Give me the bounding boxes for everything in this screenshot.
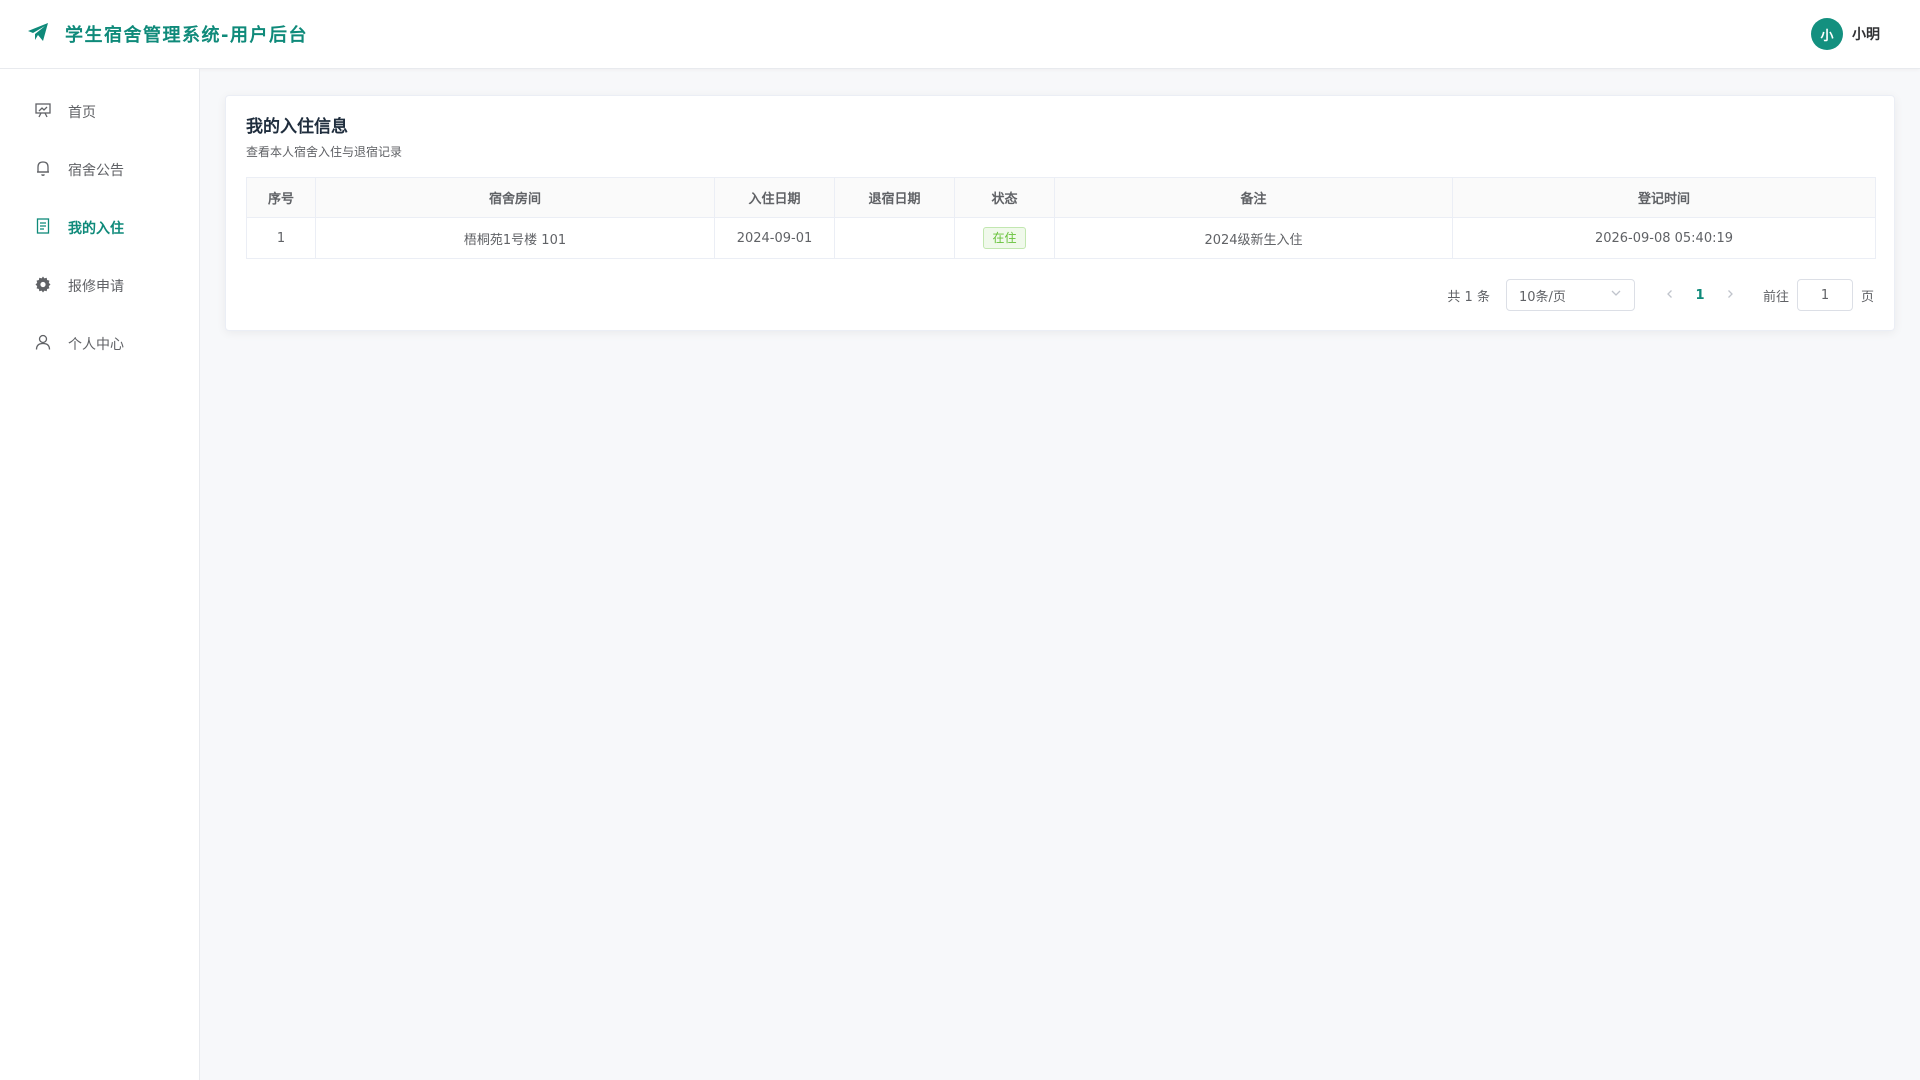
cell-checkout-date xyxy=(834,217,955,259)
sidebar-item-label: 报修申请 xyxy=(68,279,124,295)
column-header-checkout-date[interactable]: 退宿日期 xyxy=(834,177,955,218)
column-header-checkin-date[interactable]: 入住日期 xyxy=(714,177,835,218)
cell-created-time: 2026-09-08 05:40:19 xyxy=(1452,217,1876,259)
user-name[interactable]: 小明 xyxy=(1852,24,1880,44)
cell-status: 在住 xyxy=(954,217,1055,259)
goto-label: 前往 xyxy=(1762,289,1789,305)
checkin-card: 我的入住信息 查看本人宿舍入住与退宿记录 序号 宿舍房间 入住日期 退宿日期 状… xyxy=(225,95,1895,331)
sidebar-item-my-checkin[interactable]: 我的入住 xyxy=(0,199,199,257)
chevron-left-icon xyxy=(1665,288,1675,303)
goto-suffix: 页 xyxy=(1860,289,1874,305)
sidebar-item-label: 首页 xyxy=(68,105,96,121)
cell-room: 梧桐苑1号楼 101 xyxy=(315,217,715,259)
chevron-right-icon xyxy=(1725,288,1735,303)
sidebar-item-label: 宿舍公告 xyxy=(68,163,124,179)
sidebar-item-label: 我的入住 xyxy=(68,221,124,237)
document-icon xyxy=(34,217,68,239)
top-header: 学生宿舍管理系统-用户后台 小 小明 xyxy=(0,0,1920,69)
status-badge: 在住 xyxy=(983,227,1026,249)
column-header-index[interactable]: 序号 xyxy=(246,177,316,218)
page-size-value: 10条/页 xyxy=(1518,289,1566,305)
checkin-table: 序号 宿舍房间 入住日期 退宿日期 状态 备注 登记时间 1 梧桐苑1号楼 10… xyxy=(246,177,1876,259)
sidebar-item-repair[interactable]: 报修申请 xyxy=(0,257,199,315)
gear-icon xyxy=(34,275,68,297)
pagination-total: 共 1 条 xyxy=(1447,289,1490,305)
table-header-row: 序号 宿舍房间 入住日期 退宿日期 状态 备注 登记时间 xyxy=(246,177,1876,218)
bell-icon xyxy=(34,159,68,181)
user-menu[interactable]: 小 小明 xyxy=(1811,18,1880,50)
cell-checkin-date: 2024-09-01 xyxy=(714,217,835,259)
cell-index: 1 xyxy=(246,217,316,259)
page-size-select[interactable]: 10条/页 xyxy=(1505,279,1635,311)
dashboard-icon xyxy=(34,101,68,123)
chevron-down-icon xyxy=(1610,287,1622,303)
brand[interactable]: 学生宿舍管理系统-用户后台 xyxy=(26,20,308,48)
next-page-button[interactable] xyxy=(1715,280,1745,310)
sidebar-item-profile[interactable]: 个人中心 xyxy=(0,315,199,373)
user-icon xyxy=(34,333,68,355)
column-header-created-time[interactable]: 登记时间 xyxy=(1452,177,1876,218)
column-header-remark[interactable]: 备注 xyxy=(1054,177,1453,218)
avatar[interactable]: 小 xyxy=(1811,18,1843,50)
table-row[interactable]: 1 梧桐苑1号楼 101 2024-09-01 在住 2024级新生入住 202… xyxy=(246,217,1876,259)
sidebar-item-label: 个人中心 xyxy=(68,337,124,353)
column-header-room[interactable]: 宿舍房间 xyxy=(315,177,715,218)
sidebar: 首页 宿舍公告 我的入住 报修申请 个人中心 xyxy=(0,69,200,1080)
page-subtitle: 查看本人宿舍入住与退宿记录 xyxy=(246,145,403,159)
sidebar-item-notices[interactable]: 宿舍公告 xyxy=(0,141,199,199)
goto-page-input[interactable] xyxy=(1796,279,1853,311)
pagination: 共 1 条 10条/页 1 前往 页 xyxy=(1447,279,1874,311)
prev-page-button[interactable] xyxy=(1655,280,1685,310)
cell-remark: 2024级新生入住 xyxy=(1054,217,1453,259)
app-title: 学生宿舍管理系统-用户后台 xyxy=(65,25,308,46)
column-header-status[interactable]: 状态 xyxy=(954,177,1055,218)
sidebar-item-home[interactable]: 首页 xyxy=(0,83,199,141)
page-number-current[interactable]: 1 xyxy=(1685,280,1715,310)
page-title: 我的入住信息 xyxy=(246,117,348,137)
paper-plane-icon xyxy=(26,20,65,48)
